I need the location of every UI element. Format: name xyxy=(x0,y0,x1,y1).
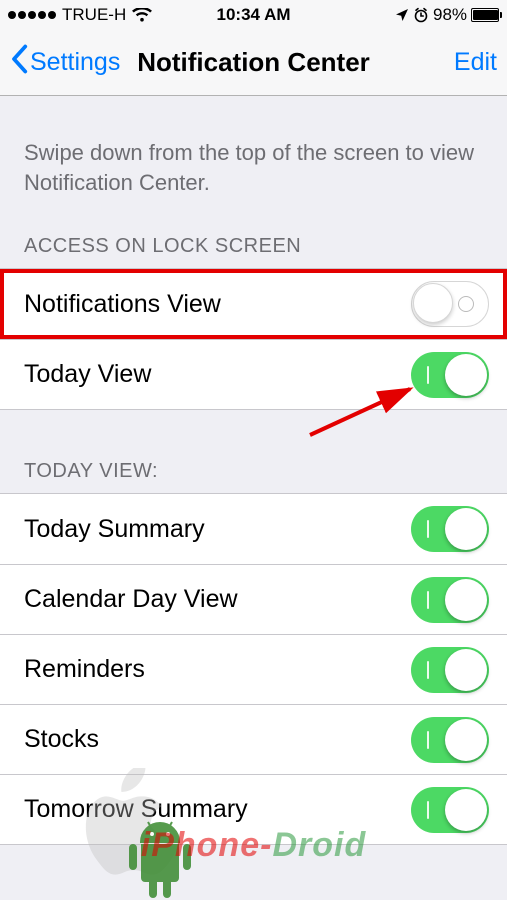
toggle-calendar-day-view[interactable] xyxy=(411,577,489,623)
row-reminders[interactable]: Reminders xyxy=(0,634,507,704)
row-tomorrow-summary[interactable]: Tomorrow Summary xyxy=(0,774,507,844)
list-today-view: Today Summary Calendar Day View Reminder… xyxy=(0,493,507,845)
status-bar: TRUE-H 10:34 AM 98% xyxy=(0,0,507,30)
toggle-notifications-view[interactable] xyxy=(411,281,489,327)
carrier-label: TRUE-H xyxy=(62,5,126,25)
row-notifications-view[interactable]: Notifications View xyxy=(0,269,507,339)
navigation-bar: Settings Notification Center Edit xyxy=(0,30,507,96)
wifi-icon xyxy=(132,8,152,23)
section-description: Swipe down from the top of the screen to… xyxy=(0,96,507,225)
toggle-today-view[interactable] xyxy=(411,352,489,398)
row-label: Notifications View xyxy=(24,290,411,319)
row-label: Reminders xyxy=(24,655,411,684)
row-stocks[interactable]: Stocks xyxy=(0,704,507,774)
row-label: Today View xyxy=(24,360,411,389)
row-today-summary[interactable]: Today Summary xyxy=(0,494,507,564)
section-header-today-view: TODAY VIEW: xyxy=(0,450,507,493)
toggle-today-summary[interactable] xyxy=(411,506,489,552)
back-button[interactable]: Settings xyxy=(10,44,120,81)
list-lock-screen: Notifications View Today View xyxy=(0,268,507,410)
battery-icon xyxy=(471,8,499,22)
status-time: 10:34 AM xyxy=(172,5,336,25)
toggle-reminders[interactable] xyxy=(411,647,489,693)
row-today-view[interactable]: Today View xyxy=(0,339,507,409)
row-label: Today Summary xyxy=(24,515,411,544)
edit-button[interactable]: Edit xyxy=(454,48,497,77)
section-header-lock-screen: ACCESS ON LOCK SCREEN xyxy=(0,225,507,268)
battery-percent: 98% xyxy=(433,5,467,25)
row-label: Calendar Day View xyxy=(24,585,411,614)
location-icon xyxy=(395,8,409,22)
row-label: Tomorrow Summary xyxy=(24,795,411,824)
chevron-left-icon xyxy=(10,44,28,81)
toggle-stocks[interactable] xyxy=(411,717,489,763)
row-calendar-day-view[interactable]: Calendar Day View xyxy=(0,564,507,634)
row-label: Stocks xyxy=(24,725,411,754)
alarm-icon xyxy=(413,7,429,23)
signal-strength-icon xyxy=(8,11,56,19)
toggle-tomorrow-summary[interactable] xyxy=(411,787,489,833)
back-label: Settings xyxy=(30,48,120,77)
